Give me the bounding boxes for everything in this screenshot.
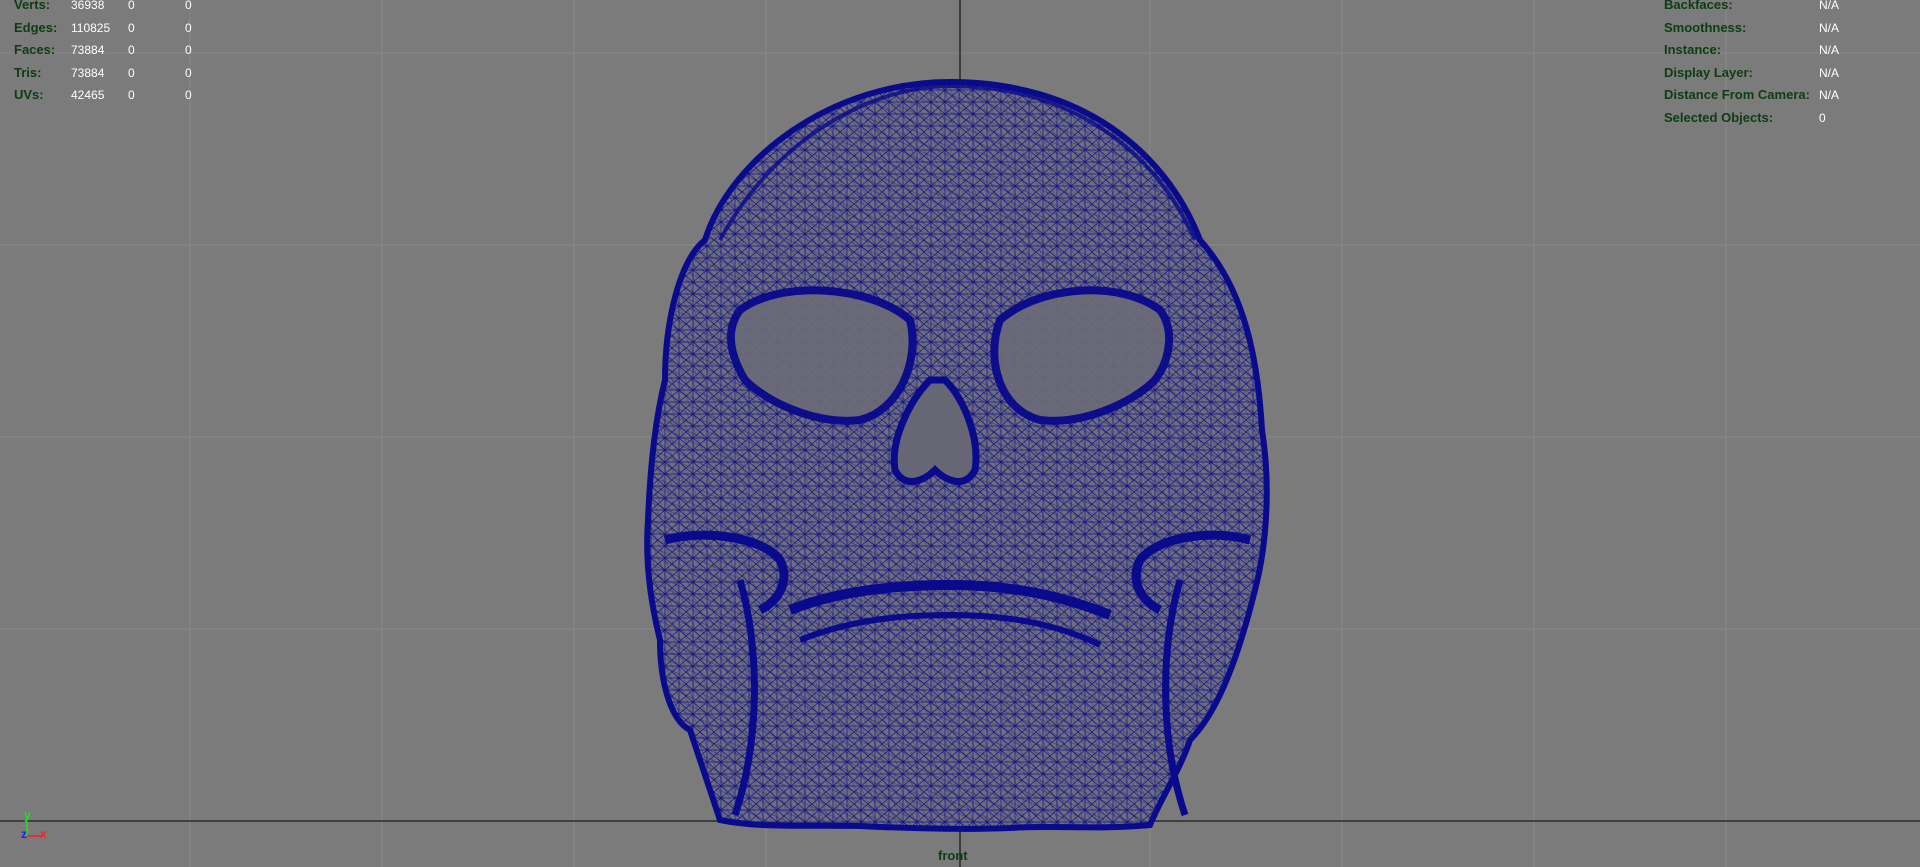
- hud-row-edges: Edges: 110825 0 0: [14, 17, 225, 40]
- hud-row-uvs: UVs: 42465 0 0: [14, 84, 225, 107]
- hud-value-total: 36938: [71, 0, 105, 12]
- hud-label: Tris:: [14, 64, 42, 80]
- hud-label: Smoothness:: [1664, 19, 1747, 35]
- hud-label: Instance:: [1664, 42, 1722, 58]
- hud-row-tris: Tris: 73884 0 0: [14, 62, 225, 85]
- hud-value: 0: [1819, 110, 1826, 125]
- hud-value-selected: 0: [128, 20, 135, 35]
- hud-value-other: 0: [185, 0, 192, 12]
- hud-row-display-layer: Display Layer: N/A: [1664, 62, 1859, 85]
- hud-row-smoothness: Smoothness: N/A: [1664, 17, 1859, 40]
- hud-label: Verts:: [14, 0, 51, 12]
- hud-row-faces: Faces: 73884 0 0: [14, 39, 225, 62]
- hud-label: UVs:: [14, 87, 44, 103]
- poly-count-hud: Verts: 36938 0 0 Edges: 110825 0 0 Faces…: [14, 0, 225, 107]
- hud-label: Selected Objects:: [1664, 109, 1774, 125]
- hud-value: N/A: [1819, 43, 1840, 58]
- hud-label: Display Layer:: [1664, 64, 1753, 80]
- object-details-hud: Backfaces: N/A Smoothness: N/A Instance:…: [1664, 0, 1859, 130]
- camera-name-label: front: [938, 848, 968, 863]
- hud-value-other: 0: [185, 43, 192, 58]
- skull-wireframe-mesh[interactable]: [644, 78, 1270, 832]
- hud-value-other: 0: [185, 88, 192, 103]
- hud-value: N/A: [1819, 0, 1840, 12]
- hud-value-total: 110825: [71, 20, 111, 35]
- hud-label: Faces:: [14, 42, 56, 58]
- hud-row-verts: Verts: 36938 0 0: [14, 0, 225, 17]
- axis-lines: [26, 821, 42, 837]
- hud-label: Edges:: [14, 19, 58, 35]
- hud-value-total: 73884: [71, 43, 105, 58]
- hud-label: Distance From Camera:: [1664, 87, 1810, 103]
- hud-value: N/A: [1819, 20, 1840, 35]
- hud-value-total: 42465: [71, 88, 105, 103]
- hud-row-instance: Instance: N/A: [1664, 39, 1859, 62]
- viewport-front[interactable]: [0, 0, 1920, 867]
- hud-value-selected: 0: [128, 0, 135, 12]
- hud-value: N/A: [1819, 65, 1840, 80]
- hud-label: Backfaces:: [1664, 0, 1733, 12]
- hud-row-distance: Distance From Camera: N/A: [1664, 84, 1859, 107]
- hud-row-selected-objects: Selected Objects: 0: [1664, 107, 1859, 130]
- hud-value-other: 0: [185, 65, 192, 80]
- hud-value-other: 0: [185, 20, 192, 35]
- hud-value-total: 73884: [71, 65, 105, 80]
- hud-value: N/A: [1819, 88, 1840, 103]
- hud-value-selected: 0: [128, 88, 135, 103]
- hud-value-selected: 0: [128, 65, 135, 80]
- axis-gizmo-icon: y z x: [18, 808, 58, 844]
- hud-value-selected: 0: [128, 43, 135, 58]
- hud-row-backfaces: Backfaces: N/A: [1664, 0, 1859, 17]
